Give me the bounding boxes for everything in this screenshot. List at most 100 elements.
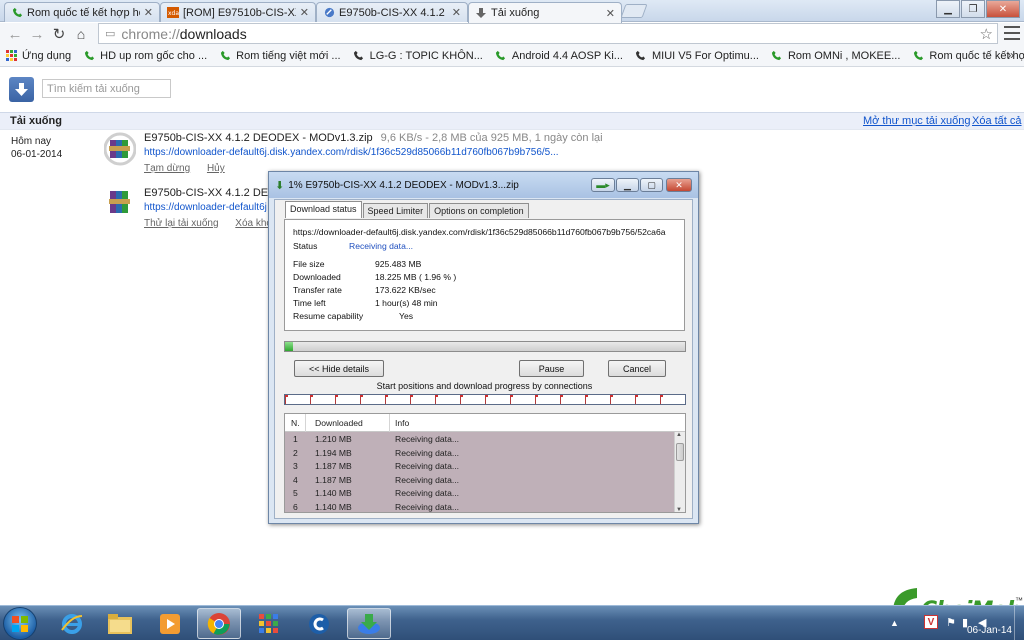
tab-download-status[interactable]: Download status <box>285 201 362 218</box>
downloads-logo-icon <box>9 77 34 102</box>
connections-scrollbar[interactable]: ▲ ▼ <box>674 432 685 512</box>
dialog-minimize-button[interactable]: ▁ <box>616 178 639 192</box>
cancel-button[interactable]: Cancel <box>608 360 666 377</box>
close-tab-icon[interactable]: ✕ <box>452 6 461 19</box>
search-downloads-input[interactable] <box>42 79 171 98</box>
taskbar-clock[interactable]: 06-Jan-14 <box>967 625 1012 636</box>
connection-downloaded: 1.140 MB <box>315 502 352 512</box>
forward-button[interactable]: → <box>26 24 48 44</box>
bookmark-label: Android 4.4 AOSP Ki... <box>511 49 623 62</box>
bookmark-item[interactable]: MIUI V5 For Optimu... <box>635 50 759 62</box>
show-desktop-button[interactable] <box>1014 606 1024 640</box>
minimize-button[interactable]: ▁ <box>936 0 960 18</box>
browser-tab-1[interactable]: Rom quốc tế kết hợp hoàn ✕ <box>4 2 160 22</box>
connection-number: 1 <box>293 434 298 444</box>
dialog-close-button[interactable]: ✕ <box>666 178 692 192</box>
close-tab-icon[interactable]: ✕ <box>606 7 615 20</box>
home-button[interactable]: ⌂ <box>70 24 92 44</box>
time-left-label: Time left <box>293 298 326 308</box>
bookmark-item[interactable]: HD up rom gốc cho ... <box>83 50 207 62</box>
pause-button[interactable]: Pause <box>519 360 584 377</box>
table-row[interactable]: 6 1.140 MB Receiving data... <box>285 500 675 512</box>
browser-toolbar: ← → ↻ ⌂ ▭ chrome:// downloads ☆ <box>0 23 1024 45</box>
tab-speed-limiter[interactable]: Speed Limiter <box>362 203 429 218</box>
download-url-link[interactable]: https://downloader-default6j.disk.yandex… <box>144 147 559 158</box>
bookmark-item[interactable]: Rom OMNi , MOKEE... <box>771 50 900 62</box>
clear-all-link[interactable]: Xóa tất cả <box>972 115 1022 127</box>
taskbar-apps[interactable] <box>247 608 291 639</box>
scroll-thumb[interactable] <box>676 443 684 461</box>
cancel-download-link[interactable]: Hủy <box>207 163 225 174</box>
winrar-archive-icon <box>104 187 136 221</box>
column-header-info[interactable]: Info <box>395 418 409 428</box>
connection-progress-tick <box>335 395 338 397</box>
hide-details-button[interactable]: << Hide details <box>294 360 384 377</box>
ccleaner-icon <box>309 613 329 634</box>
taskbar-idm[interactable] <box>347 608 391 639</box>
scroll-down-icon[interactable]: ▼ <box>676 507 682 512</box>
pause-download-link[interactable]: Tạm dừng <box>144 163 190 174</box>
file-size-label: File size <box>293 259 325 269</box>
connection-progress-tick <box>585 395 588 397</box>
new-tab-button[interactable] <box>620 4 648 18</box>
table-row[interactable]: 1 1.210 MB Receiving data... <box>285 432 675 446</box>
back-button[interactable]: ← <box>4 24 26 44</box>
phone-icon <box>771 50 783 62</box>
bookmark-item[interactable]: Rom tiếng việt mới ... <box>219 50 341 62</box>
lg-icon <box>635 50 647 62</box>
connections-table: N. Downloaded Info 1 1.210 MB Receiving da… <box>284 413 686 513</box>
download-url-text: https://downloader-default6j.disk.yandex… <box>293 227 666 237</box>
taskbar-internet-explorer[interactable] <box>50 608 94 639</box>
bookmark-label: MIUI V5 For Optimu... <box>651 49 759 62</box>
tray-arrow-icon: ▬▸ <box>596 179 610 190</box>
download-filename[interactable]: E9750b-CIS-XX 4.1.2 DEODEX - MODv1.3.zip <box>144 132 373 144</box>
phone-icon <box>495 50 507 62</box>
phone-icon <box>219 50 231 62</box>
phone-icon <box>912 50 924 62</box>
bookmarks-overflow-button[interactable]: » <box>1007 48 1014 62</box>
tab-strip: Rom quốc tế kết hợp hoàn ✕ xda [ROM] E97… <box>0 0 1024 23</box>
download-url-link[interactable]: https://downloader-default6j <box>144 202 267 213</box>
close-tab-icon[interactable]: ✕ <box>144 6 153 19</box>
retry-download-link[interactable]: Thử lại tải xuống <box>144 218 219 229</box>
taskbar-media-player[interactable] <box>148 608 192 639</box>
close-window-button[interactable]: ✕ <box>986 0 1020 18</box>
table-row[interactable]: 5 1.140 MB Receiving data... <box>285 486 675 500</box>
column-header-number[interactable]: N. <box>291 418 300 428</box>
tab-options-on-completion[interactable]: Options on completion <box>429 203 529 218</box>
start-button[interactable] <box>3 607 37 640</box>
bookmark-apps[interactable]: Ứng dụng <box>5 50 71 62</box>
dialog-maximize-button[interactable]: ▢ <box>640 178 663 192</box>
bookmark-item[interactable]: LG-G : TOPIC KHÔN... <box>353 50 483 62</box>
dialog-tabs: Download status Speed Limiter Options on… <box>285 201 530 218</box>
connection-downloaded: 1.187 MB <box>315 461 352 472</box>
tray-app-icon[interactable]: V <box>924 615 938 629</box>
open-downloads-folder-link[interactable]: Mở thư mục tải xuống <box>863 115 971 127</box>
table-row[interactable]: 4 1.187 MB Receiving data... <box>285 473 675 487</box>
browser-tab-2[interactable]: xda [ROM] E97510b-CIS-XX 4.1 ✕ <box>160 2 316 22</box>
taskbar-file-explorer[interactable] <box>98 608 142 639</box>
table-row[interactable]: 2 1.194 MB Receiving data... <box>285 446 675 460</box>
browser-tab-3[interactable]: E9750b-CIS-XX 4.1.2 DEOD ✕ <box>316 2 468 22</box>
taskbar-ccleaner[interactable] <box>297 608 341 639</box>
bookmark-item[interactable]: Android 4.4 AOSP Ki... <box>495 50 623 62</box>
column-header-downloaded[interactable]: Downloaded <box>315 418 363 428</box>
taskbar-chrome[interactable] <box>197 608 241 639</box>
table-row[interactable]: 3 1.187 MB Receiving data... <box>285 459 675 473</box>
reload-button[interactable]: ↻ <box>48 24 70 44</box>
scroll-up-icon[interactable]: ▲ <box>676 432 682 438</box>
close-tab-icon[interactable]: ✕ <box>300 6 309 19</box>
status-label: Status <box>293 241 318 251</box>
connection-number: 5 <box>293 488 298 499</box>
address-bar[interactable]: ▭ chrome:// downloads ☆ <box>98 23 998 44</box>
bookmark-star-icon[interactable]: ☆ <box>980 25 993 43</box>
tray-expand-icon[interactable]: ▲ <box>890 618 899 628</box>
reload-icon: ↻ <box>52 26 66 43</box>
download-status-panel: https://downloader-default6j.disk.yandex… <box>284 219 685 331</box>
menu-icon[interactable] <box>1004 26 1020 40</box>
minimize-to-tray-button[interactable]: ▬▸ <box>591 178 615 192</box>
action-center-icon[interactable]: ⚑ <box>946 616 956 629</box>
connection-number: 6 <box>293 502 298 512</box>
restore-button[interactable]: ❐ <box>961 0 985 18</box>
browser-tab-4[interactable]: Tải xuống ✕ <box>468 2 622 23</box>
